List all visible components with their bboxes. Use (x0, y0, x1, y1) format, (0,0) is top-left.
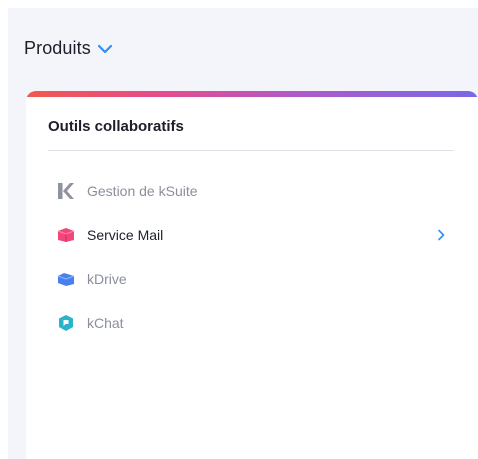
product-item-service-mail[interactable]: Service Mail (48, 213, 446, 257)
panel-title: Outils collaboratifs (48, 118, 184, 135)
product-item-label: Gestion de kSuite (87, 183, 198, 199)
product-item-label: kDrive (87, 271, 127, 287)
products-label: Produits (24, 38, 91, 58)
product-item-label: kChat (87, 315, 124, 331)
page-background: Produits Outils collaboratifs Gestion de… (8, 8, 478, 459)
panel-divider (48, 150, 454, 151)
product-item-ksuite[interactable]: Gestion de kSuite (48, 169, 446, 213)
ksuite-k-icon (55, 180, 77, 202)
panel-gradient-bar (26, 91, 478, 97)
product-list: Gestion de kSuite Service Mail kDrive kC… (48, 169, 446, 345)
product-item-label: Service Mail (87, 227, 164, 243)
product-item-kdrive[interactable]: kDrive (48, 257, 446, 301)
product-item-kchat[interactable]: kChat (48, 301, 446, 345)
products-dropdown-toggle[interactable]: Produits (24, 38, 113, 59)
kdrive-icon (55, 268, 77, 290)
kchat-icon (55, 312, 77, 334)
products-panel: Outils collaboratifs Gestion de kSuite S… (26, 91, 478, 459)
chevron-right-icon (436, 229, 446, 241)
mail-service-icon (55, 224, 77, 246)
chevron-down-icon (97, 43, 113, 55)
